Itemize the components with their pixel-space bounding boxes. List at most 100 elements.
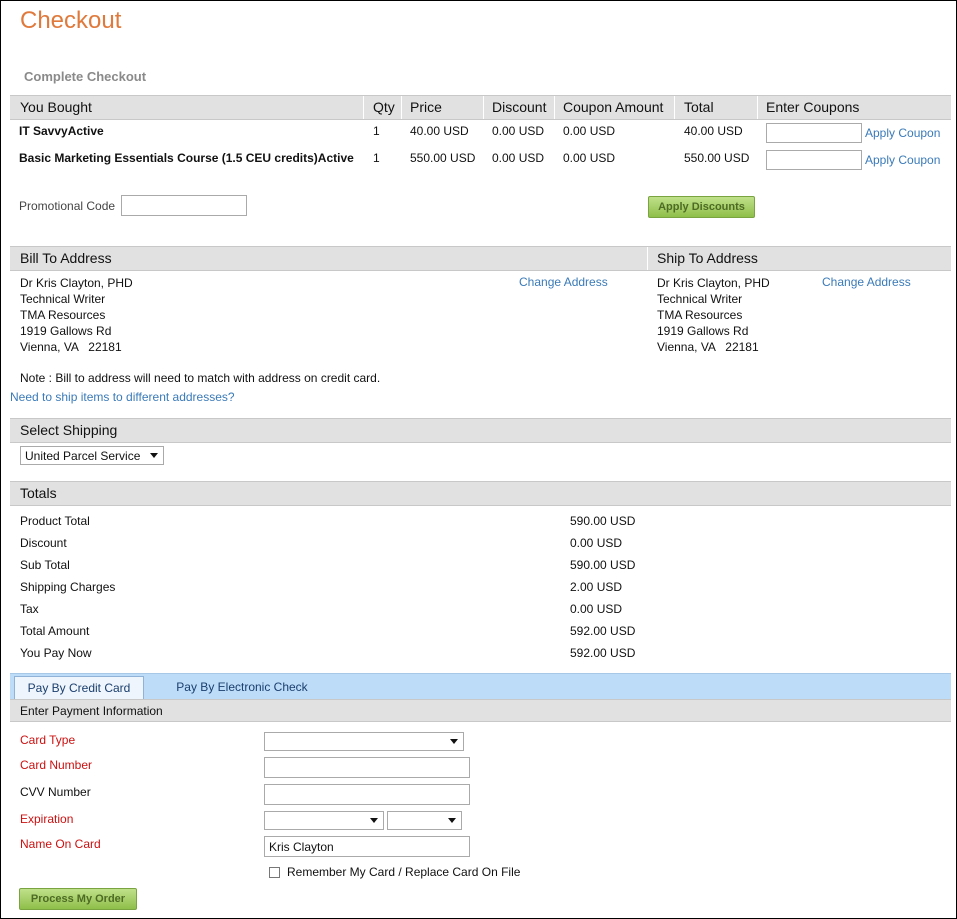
col-qty: Qty — [373, 99, 395, 115]
change-ship-address-link[interactable]: Change Address — [822, 275, 911, 289]
total-value: 592.00 USD — [570, 624, 636, 638]
tab-credit-card[interactable]: Pay By Credit Card — [14, 676, 144, 700]
total-label: You Pay Now — [20, 646, 92, 660]
item-price: 40.00 USD — [410, 124, 469, 138]
cart-table-header: You Bought Qty Price Discount Coupon Amo… — [10, 95, 951, 120]
coupon-input[interactable] — [766, 150, 862, 170]
list-item: Total Amount 592.00 USD — [20, 620, 660, 642]
col-price: Price — [410, 99, 442, 115]
payment-info-header: Enter Payment Information — [10, 699, 951, 722]
process-order-button[interactable]: Process My Order — [19, 888, 137, 910]
apply-discounts-button[interactable]: Apply Discounts — [648, 196, 755, 218]
bill-address-line: TMA Resources — [20, 308, 106, 322]
shipping-header: Select Shipping — [10, 418, 951, 443]
expiration-label: Expiration — [20, 812, 74, 826]
ship-address-line: 1919 Gallows Rd — [657, 324, 749, 338]
coupon-input[interactable] — [766, 123, 862, 143]
payment-info-header-label: Enter Payment Information — [20, 704, 163, 718]
total-label: Tax — [20, 602, 39, 616]
address-header: Bill To Address Ship To Address — [10, 246, 951, 271]
item-discount: 0.00 USD — [492, 124, 545, 138]
item-total: 550.00 USD — [684, 151, 750, 165]
total-value: 590.00 USD — [570, 514, 636, 528]
list-item: Shipping Charges 2.00 USD — [20, 576, 660, 598]
card-number-input[interactable] — [264, 757, 470, 778]
list-item: Discount 0.00 USD — [20, 532, 660, 554]
shipping-header-label: Select Shipping — [20, 422, 118, 438]
item-qty: 1 — [373, 124, 380, 138]
bill-address-line: Vienna, VA 22181 — [20, 340, 122, 354]
bill-address-line: Technical Writer — [20, 292, 106, 306]
expiration-year-select[interactable] — [387, 811, 462, 830]
remember-card-checkbox[interactable] — [269, 867, 280, 878]
bill-address: Dr Kris Clayton, PHD Technical Writer TM… — [20, 275, 133, 355]
col-coupon-amount: Coupon Amount — [563, 99, 664, 115]
total-value: 0.00 USD — [570, 602, 623, 616]
item-name: Basic Marketing Essentials Course (1.5 C… — [19, 151, 354, 165]
page-title: Checkout — [20, 7, 122, 34]
bill-address-line: 1919 Gallows Rd — [20, 324, 112, 338]
bill-to-header: Bill To Address — [20, 250, 112, 266]
col-discount: Discount — [492, 99, 547, 115]
list-item: Product Total 590.00 USD — [20, 510, 660, 532]
list-item: You Pay Now 592.00 USD — [20, 642, 660, 664]
chevron-down-icon — [450, 739, 458, 744]
promo-code-label: Promotional Code — [19, 199, 116, 213]
chevron-down-icon — [370, 818, 378, 823]
totals-header-label: Totals — [20, 485, 57, 501]
apply-coupon-link[interactable]: Apply Coupon — [865, 126, 940, 140]
col-you-bought: You Bought — [20, 99, 92, 115]
total-value: 592.00 USD — [570, 646, 636, 660]
bill-address-line: Dr Kris Clayton, PHD — [20, 276, 133, 290]
change-bill-address-link[interactable]: Change Address — [519, 275, 608, 289]
payment-tab-bar: Pay By Credit Card Pay By Electronic Che… — [10, 673, 951, 700]
total-value: 590.00 USD — [570, 558, 636, 572]
remember-card-label: Remember My Card / Replace Card On File — [287, 865, 521, 879]
multi-ship-link[interactable]: Need to ship items to different addresse… — [10, 390, 235, 404]
chevron-down-icon — [150, 453, 158, 458]
cvv-input[interactable] — [264, 784, 470, 805]
col-total: Total — [684, 99, 714, 115]
ship-address-line: Vienna, VA 22181 — [657, 340, 759, 354]
promo-code-input[interactable] — [121, 195, 247, 216]
total-label: Discount — [20, 536, 67, 550]
list-item: Sub Total 590.00 USD — [20, 554, 660, 576]
ship-to-header: Ship To Address — [657, 250, 758, 266]
chevron-down-icon — [448, 818, 456, 823]
total-label: Total Amount — [20, 624, 90, 638]
shipping-method-select[interactable]: United Parcel Service — [20, 446, 164, 465]
page-subtitle: Complete Checkout — [24, 69, 147, 84]
card-number-label: Card Number — [20, 758, 93, 772]
address-note: Note : Bill to address will need to matc… — [20, 371, 381, 385]
ship-address-line: TMA Resources — [657, 308, 743, 322]
item-qty: 1 — [373, 151, 380, 165]
tab-electronic-check[interactable]: Pay By Electronic Check — [156, 676, 328, 700]
total-value: 2.00 USD — [570, 580, 623, 594]
card-type-select[interactable] — [264, 732, 464, 751]
totals-list: Product Total 590.00 USD Discount 0.00 U… — [20, 510, 660, 664]
checkout-page: Checkout Complete Checkout You Bought Qt… — [0, 0, 957, 919]
item-price: 550.00 USD — [410, 151, 476, 165]
ship-address-line: Technical Writer — [657, 292, 743, 306]
total-value: 0.00 USD — [570, 536, 623, 550]
item-coupon-amount: 0.00 USD — [563, 151, 616, 165]
total-label: Product Total — [20, 514, 90, 528]
item-discount: 0.00 USD — [492, 151, 545, 165]
list-item: Tax 0.00 USD — [20, 598, 660, 620]
col-enter-coupons: Enter Coupons — [766, 99, 860, 115]
total-label: Sub Total — [20, 558, 70, 572]
apply-coupon-link[interactable]: Apply Coupon — [865, 153, 940, 167]
item-total: 40.00 USD — [684, 124, 743, 138]
ship-address-line: Dr Kris Clayton, PHD — [657, 276, 770, 290]
expiration-month-select[interactable] — [264, 811, 384, 830]
card-type-label: Card Type — [20, 733, 76, 747]
name-on-card-label: Name On Card — [20, 837, 101, 851]
item-name: IT SavvyActive — [19, 124, 104, 138]
name-on-card-input[interactable] — [264, 836, 470, 857]
item-coupon-amount: 0.00 USD — [563, 124, 616, 138]
shipping-method-value: United Parcel Service — [25, 449, 141, 463]
ship-address: Dr Kris Clayton, PHD Technical Writer TM… — [657, 275, 770, 355]
totals-header: Totals — [10, 481, 951, 506]
total-label: Shipping Charges — [20, 580, 116, 594]
cvv-label: CVV Number — [20, 785, 91, 799]
